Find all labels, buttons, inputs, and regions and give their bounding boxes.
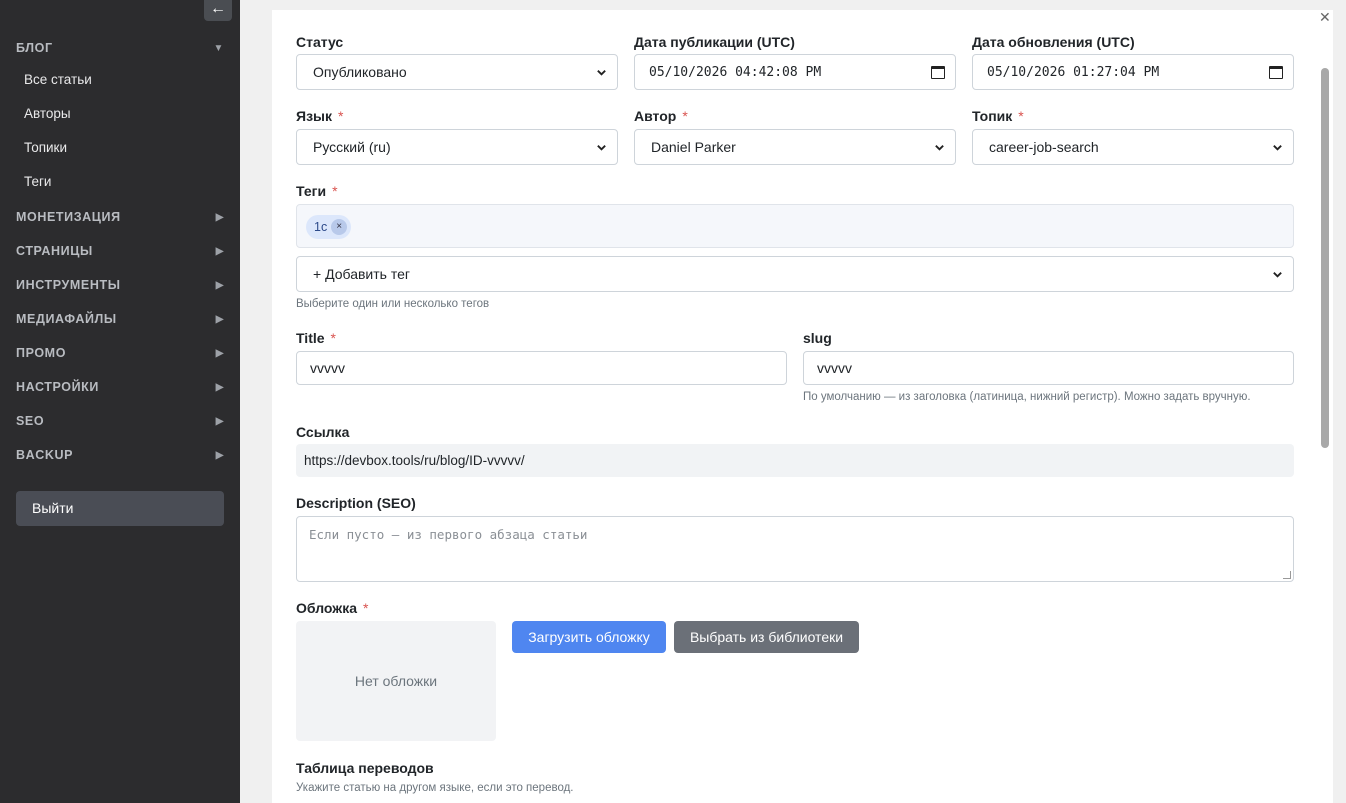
choose-from-library-button[interactable]: Выбрать из библиотеки bbox=[674, 621, 859, 653]
nav-section-blog[interactable]: БЛОГ ▼ bbox=[16, 38, 224, 58]
author-label: Автор * bbox=[634, 108, 688, 124]
tags-hint: Выберите один или несколько тегов bbox=[296, 298, 490, 310]
status-value: Опубликовано bbox=[313, 64, 407, 80]
sidebar-item-topics[interactable]: Топики bbox=[24, 140, 67, 155]
nav-section-settings[interactable]: НАСТРОЙКИ ▶ bbox=[16, 377, 224, 397]
chevron-down-icon bbox=[1273, 144, 1282, 151]
title-value: vvvvv bbox=[310, 360, 345, 376]
chevron-down-icon bbox=[597, 69, 606, 76]
nav-section-label: SEO bbox=[16, 414, 45, 428]
nav-section-monetization[interactable]: МОНЕТИЗАЦИЯ ▶ bbox=[16, 207, 224, 227]
chevron-down-icon bbox=[597, 144, 606, 151]
cover-label: Обложка * bbox=[296, 600, 369, 616]
nav-section-label: СТРАНИЦЫ bbox=[16, 244, 93, 258]
published-date-label: Дата публикации (UTC) bbox=[634, 34, 795, 50]
chevron-down-icon bbox=[935, 144, 944, 151]
chevron-right-icon: ▶ bbox=[215, 279, 224, 291]
description-label: Description (SEO) bbox=[296, 495, 416, 511]
sidebar-item-tags[interactable]: Теги bbox=[24, 174, 51, 189]
author-select[interactable]: Daniel Parker bbox=[634, 129, 956, 165]
author-value: Daniel Parker bbox=[651, 139, 736, 155]
nav-section-label: ПРОМО bbox=[16, 346, 67, 360]
title-label: Title * bbox=[296, 330, 336, 346]
remove-tag-icon[interactable]: × bbox=[331, 219, 348, 235]
resize-handle[interactable] bbox=[1283, 571, 1291, 579]
chevron-right-icon: ▶ bbox=[215, 245, 224, 257]
cover-placeholder: Нет обложки bbox=[296, 621, 496, 741]
published-date-input[interactable]: 05/10/2026 04:42:08 PM bbox=[634, 54, 956, 90]
sidebar: ← БЛОГ ▼ Все статьи Авторы Топики Теги М… bbox=[0, 0, 240, 803]
title-input[interactable]: vvvvv bbox=[296, 351, 787, 385]
nav-section-tools[interactable]: ИНСТРУМЕНТЫ ▶ bbox=[16, 275, 224, 295]
chevron-right-icon: ▶ bbox=[215, 313, 224, 325]
article-link-field: https://devbox.tools/ru/blog/ID-vvvvv/ bbox=[296, 444, 1294, 477]
language-select[interactable]: Русский (ru) bbox=[296, 129, 618, 165]
published-date-value: 05/10/2026 04:42:08 PM bbox=[649, 64, 822, 80]
chevron-down-icon: ▼ bbox=[213, 42, 224, 54]
chevron-right-icon: ▶ bbox=[215, 381, 224, 393]
chevron-right-icon: ▶ bbox=[215, 415, 224, 427]
chevron-right-icon: ▶ bbox=[215, 449, 224, 461]
collapse-sidebar-icon[interactable]: ← bbox=[204, 0, 232, 21]
nav-section-label: BACKUP bbox=[16, 448, 74, 462]
description-placeholder: Если пусто — из первого абзаца статьи bbox=[309, 527, 588, 542]
chevron-right-icon: ▶ bbox=[215, 347, 224, 359]
language-label: Язык * bbox=[296, 108, 344, 124]
translations-label: Таблица переводов bbox=[296, 760, 434, 776]
nav-section-label: МОНЕТИЗАЦИЯ bbox=[16, 210, 121, 224]
sidebar-item-all-articles[interactable]: Все статьи bbox=[24, 72, 92, 87]
add-tag-value: + Добавить тег bbox=[313, 266, 410, 282]
nav-section-backup[interactable]: BACKUP ▶ bbox=[16, 445, 224, 465]
slug-label: slug bbox=[803, 330, 832, 346]
tag-chip-label: 1c bbox=[314, 220, 328, 234]
updated-date-input[interactable]: 05/10/2026 01:27:04 PM bbox=[972, 54, 1294, 90]
nav-section-label: МЕДИАФАЙЛЫ bbox=[16, 312, 117, 326]
calendar-icon[interactable] bbox=[1269, 65, 1283, 79]
updated-date-label: Дата обновления (UTC) bbox=[972, 34, 1135, 50]
nav-section-media[interactable]: МЕДИАФАЙЛЫ ▶ bbox=[16, 309, 224, 329]
nav-section-label: ИНСТРУМЕНТЫ bbox=[16, 278, 121, 292]
chevron-right-icon: ▶ bbox=[215, 211, 224, 223]
topic-value: career-job-search bbox=[989, 139, 1099, 155]
nav-section-label: БЛОГ bbox=[16, 41, 53, 55]
tag-chip: 1c × bbox=[306, 215, 352, 239]
slug-value: vvvvv bbox=[817, 360, 852, 376]
translations-hint: Укажите статью на другом языке, если это… bbox=[296, 782, 574, 794]
language-value: Русский (ru) bbox=[313, 139, 391, 155]
topic-select[interactable]: career-job-search bbox=[972, 129, 1294, 165]
nav-section-promo[interactable]: ПРОМО ▶ bbox=[16, 343, 224, 363]
calendar-icon[interactable] bbox=[931, 65, 945, 79]
close-icon[interactable]: ✕ bbox=[1319, 10, 1333, 24]
logout-button[interactable]: Выйти bbox=[16, 491, 224, 526]
nav-section-pages[interactable]: СТРАНИЦЫ ▶ bbox=[16, 241, 224, 261]
tags-label: Теги * bbox=[296, 183, 338, 199]
selected-tags-box: 1c × bbox=[296, 204, 1294, 248]
sidebar-item-authors[interactable]: Авторы bbox=[24, 106, 71, 121]
upload-cover-button[interactable]: Загрузить обложку bbox=[512, 621, 666, 653]
slug-input[interactable]: vvvvv bbox=[803, 351, 1294, 385]
link-label: Ссылка bbox=[296, 424, 350, 440]
description-textarea[interactable]: Если пусто — из первого абзаца статьи bbox=[296, 516, 1294, 582]
status-select[interactable]: Опубликовано bbox=[296, 54, 618, 90]
chevron-down-icon bbox=[1273, 271, 1282, 278]
scrollbar[interactable] bbox=[1321, 68, 1329, 448]
updated-date-value: 05/10/2026 01:27:04 PM bbox=[987, 64, 1160, 80]
topic-label: Топик * bbox=[972, 108, 1024, 124]
slug-hint: По умолчанию — из заголовка (латиница, н… bbox=[803, 391, 1251, 403]
nav-section-label: НАСТРОЙКИ bbox=[16, 380, 99, 394]
status-label: Статус bbox=[296, 34, 344, 50]
add-tag-select[interactable]: + Добавить тег bbox=[296, 256, 1294, 292]
nav-section-seo[interactable]: SEO ▶ bbox=[16, 411, 224, 431]
